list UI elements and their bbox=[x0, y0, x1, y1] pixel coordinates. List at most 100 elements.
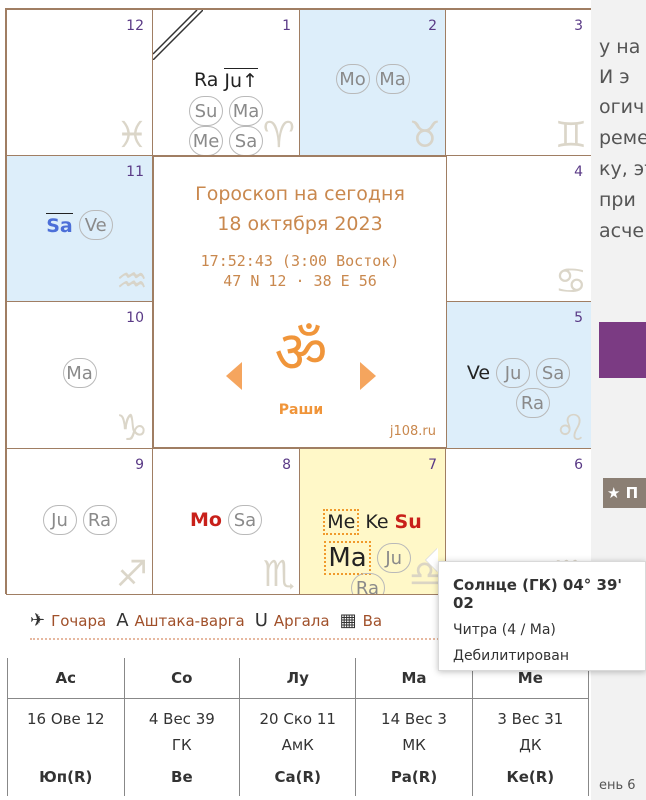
scorpio-icon: ♏ bbox=[262, 554, 295, 595]
tab-ashtakavarga[interactable]: A Аштака-варга bbox=[116, 610, 245, 631]
planet-jupiter[interactable]: Ju↑ bbox=[224, 68, 258, 92]
rp-text-line: при bbox=[599, 189, 636, 211]
house-number: 4 bbox=[574, 164, 583, 180]
table-header: Лу bbox=[239, 658, 357, 699]
house-10[interactable]: 10 Ma ♑ bbox=[6, 301, 153, 449]
next-arrow-icon[interactable] bbox=[360, 362, 376, 390]
planet-mercury-aspect[interactable]: Me bbox=[189, 126, 223, 155]
horoscope-chart: 12 ♓ 1 Ra Ju↑ Su Ma Me Sa ♈ 2 Mo Ma ♉ 3 bbox=[5, 8, 592, 595]
table-header: Ве bbox=[123, 758, 241, 796]
planet-mars[interactable]: Ma bbox=[324, 541, 371, 575]
tab-va[interactable]: ▦ Ва bbox=[340, 610, 383, 631]
prev-arrow-icon[interactable] bbox=[226, 362, 242, 390]
table-header: Ке(R) bbox=[471, 758, 590, 796]
table-header: Ра(R) bbox=[355, 758, 473, 796]
table-cell: МК bbox=[355, 732, 473, 758]
planet-saturn-aspect[interactable]: Sa bbox=[536, 358, 571, 388]
rp-bottom-text: ень 6 bbox=[599, 778, 636, 793]
rp-text-line: реме bbox=[599, 127, 646, 149]
chart-time: 17:52:43 (3:00 Восток) bbox=[200, 252, 400, 270]
planet-moon[interactable]: Mo bbox=[190, 509, 222, 531]
tooltip-nakshatra: Читра (4 / Ма) bbox=[453, 622, 556, 638]
table-cell: 14 Вес 3 bbox=[355, 698, 473, 732]
tab-label: Аштака-варга bbox=[134, 611, 245, 630]
planet-ketu[interactable]: Ke bbox=[365, 511, 388, 533]
tab-gochara[interactable]: ✈ Гочара bbox=[30, 610, 106, 631]
table-cell: 3 Вес 31 bbox=[471, 698, 590, 732]
planet-venus[interactable]: Ve bbox=[467, 362, 490, 384]
house-1[interactable]: 1 Ra Ju↑ Su Ma Me Sa ♈ bbox=[152, 9, 300, 156]
house-4[interactable]: 4 ♋ bbox=[445, 155, 592, 302]
house-number: 2 bbox=[428, 18, 437, 34]
aquarius-icon: ♒ bbox=[115, 261, 148, 302]
letter-a-icon: A bbox=[116, 610, 129, 631]
house-number: 6 bbox=[574, 457, 583, 473]
house-number: 5 bbox=[574, 310, 583, 326]
table-cell: ГК bbox=[123, 732, 241, 758]
planet-rahu-aspect[interactable]: Ra bbox=[350, 573, 385, 594]
house-number: 8 bbox=[282, 457, 291, 473]
planet-venus-aspect[interactable]: Ve bbox=[78, 210, 113, 240]
taurus-icon: ♉ bbox=[408, 115, 441, 156]
grid-icon: ▦ bbox=[339, 610, 357, 631]
gemini-icon: ♊ bbox=[554, 115, 587, 156]
planet-jupiter-aspect[interactable]: Ju bbox=[42, 505, 77, 535]
planet-sun-aspect[interactable]: Su bbox=[189, 96, 223, 126]
planet-saturn[interactable]: Sa bbox=[46, 213, 73, 237]
house-number: 10 bbox=[126, 310, 144, 326]
tab-label: Гочара bbox=[51, 611, 107, 630]
om-icon[interactable]: ॐ bbox=[254, 319, 348, 385]
planet-moon-aspect[interactable]: Mo bbox=[335, 64, 370, 94]
tab-label: Аргала bbox=[273, 611, 330, 630]
planet-mars-aspect[interactable]: Ma bbox=[62, 358, 97, 388]
chart-date: 18 октября 2023 bbox=[217, 213, 383, 235]
house-number: 9 bbox=[135, 457, 144, 473]
house-number: 3 bbox=[574, 18, 583, 34]
tabs-row: ✈ Гочара A Аштака-варга U Аргала ▦ Ва bbox=[30, 610, 382, 631]
house-number: 11 bbox=[126, 164, 144, 180]
house-3[interactable]: 3 ♊ bbox=[445, 9, 592, 156]
house-9[interactable]: 9 Ju Ra ♐ bbox=[6, 448, 153, 595]
rp-button[interactable]: ★ П bbox=[603, 478, 646, 508]
house-2[interactable]: 2 Mo Ma ♉ bbox=[299, 9, 446, 156]
house-5[interactable]: 5 Ve Ju Sa Ra ♌ bbox=[445, 301, 592, 449]
house-number: 12 bbox=[126, 18, 144, 34]
chart-title: Гороскоп на сегодня bbox=[195, 183, 405, 205]
aries-icon: ♈ bbox=[262, 115, 295, 156]
table-cell: АмК bbox=[239, 732, 357, 758]
tab-label: Ва bbox=[362, 611, 383, 630]
capricorn-icon: ♑ bbox=[115, 408, 148, 449]
mandala-image[interactable] bbox=[599, 322, 646, 378]
rp-text-line: И э bbox=[599, 66, 630, 88]
planet-saturn-aspect[interactable]: Sa bbox=[227, 505, 262, 535]
rp-text-line: асче bbox=[599, 220, 645, 242]
planet-rahu-aspect[interactable]: Ra bbox=[82, 505, 117, 535]
house-number: 7 bbox=[428, 457, 437, 473]
table-cell: 16 Ове 12 bbox=[7, 698, 125, 732]
planet-sun[interactable]: Su bbox=[395, 511, 422, 533]
planet-jupiter-aspect[interactable]: Ju bbox=[496, 358, 531, 388]
planet-tooltip: Солнце (ГК) 04° 39' 02 Читра (4 / Ма) Де… bbox=[438, 561, 646, 671]
house-7[interactable]: 7 Me Ke Su Ma Ju Ra ♎ bbox=[299, 448, 446, 595]
house-11[interactable]: 11 Sa Ve ♒ bbox=[6, 155, 153, 302]
planet-rahu-aspect[interactable]: Ra bbox=[515, 388, 550, 418]
ascendant-marker-icon bbox=[153, 10, 203, 60]
planet-rahu[interactable]: Ra bbox=[194, 69, 218, 91]
table-cell: ДК bbox=[471, 732, 590, 758]
site-label: j108.ru bbox=[389, 424, 436, 439]
planet-mars-aspect[interactable]: Ma bbox=[375, 64, 410, 94]
house-8[interactable]: 8 Mo Sa ♏ bbox=[152, 448, 300, 595]
house-12[interactable]: 12 ♓ bbox=[6, 9, 153, 156]
table-header: Со bbox=[123, 658, 241, 699]
tab-argala[interactable]: U Аргала bbox=[255, 610, 330, 631]
planet-mercury[interactable]: Me bbox=[323, 509, 360, 535]
rashi-link[interactable]: Раши bbox=[254, 402, 348, 418]
magnet-icon: U bbox=[254, 610, 268, 631]
chart-center: Гороскоп на сегодня 18 октября 2023 17:5… bbox=[153, 156, 447, 448]
table-cell: 4 Вес 39 bbox=[123, 698, 241, 732]
table-header: Ас bbox=[7, 658, 125, 699]
table-cell: 20 Ско 11 bbox=[239, 698, 357, 732]
rp-text-line: ку, эт bbox=[599, 158, 646, 180]
house-number: 1 bbox=[282, 18, 291, 34]
right-panel: у на И э огич реме ку, эт при асче ★ П е… bbox=[591, 0, 646, 800]
